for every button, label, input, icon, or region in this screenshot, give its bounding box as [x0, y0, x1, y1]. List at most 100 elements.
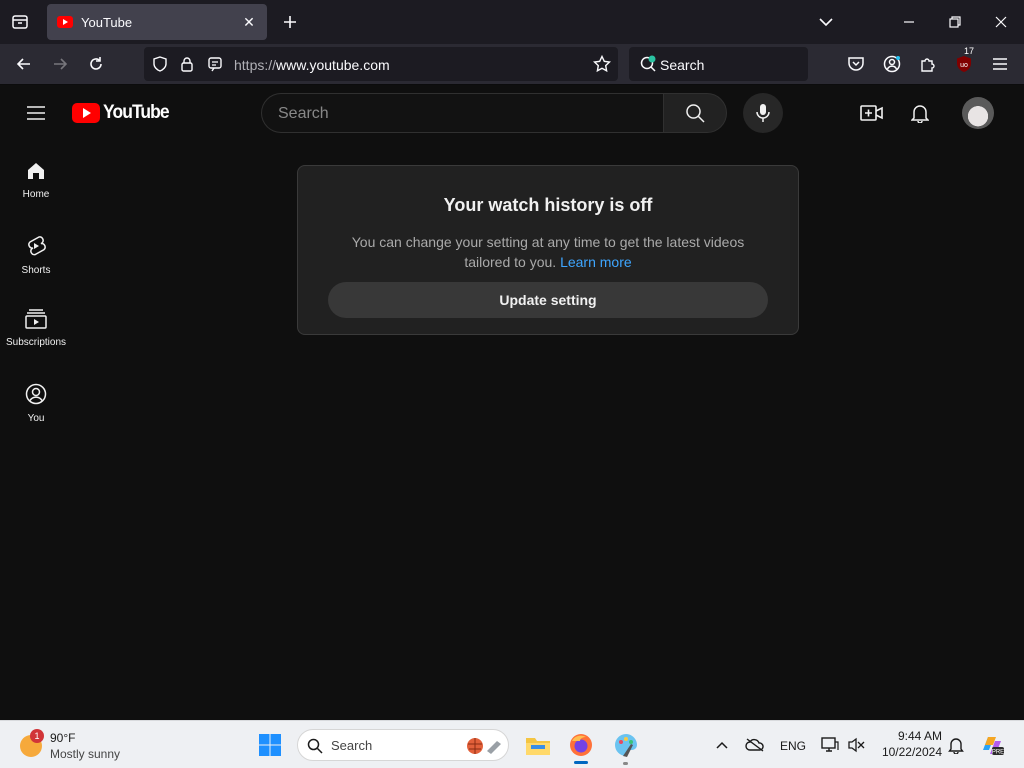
close-icon: [995, 16, 1007, 28]
chevron-down-icon: [819, 18, 833, 27]
hamburger-menu-icon: [993, 58, 1007, 70]
ublock-extension-button[interactable]: uo 17: [948, 46, 980, 80]
list-all-tabs-button[interactable]: [804, 6, 848, 38]
bookmark-star-icon[interactable]: [593, 55, 611, 73]
svg-text:uo: uo: [960, 62, 968, 69]
browser-nav-bar: https://www.youtube.com Search uo 17: [0, 44, 1024, 85]
sidebar-item-label: Subscriptions: [5, 337, 67, 348]
hamburger-menu-icon: [27, 106, 45, 120]
restore-icon: [949, 16, 961, 28]
folder-icon: [526, 738, 550, 755]
minimize-button[interactable]: [887, 6, 931, 38]
minimize-icon: [904, 21, 914, 23]
onedrive-status-button[interactable]: [737, 727, 773, 763]
arrow-right-icon: [54, 58, 68, 70]
taskbar-search-box[interactable]: Search: [297, 729, 509, 761]
watch-history-off-card: Your watch history is off You can change…: [297, 165, 799, 335]
file-explorer-button[interactable]: [520, 727, 556, 763]
paint-app-button[interactable]: [608, 727, 644, 763]
watch-history-message: You can change your setting at any time …: [351, 234, 745, 270]
clock-date[interactable]: 10/22/2024: [872, 745, 942, 759]
learn-more-link[interactable]: Learn more: [560, 254, 632, 270]
start-button[interactable]: [252, 727, 288, 763]
youtube-page: YouTube Search Home Shorts Subscriptions…: [0, 85, 1024, 720]
youtube-search-button[interactable]: [663, 93, 727, 133]
forward-button[interactable]: [44, 48, 76, 80]
puzzle-icon: [921, 58, 935, 72]
you-icon: [25, 383, 47, 405]
youtube-logo[interactable]: YouTube: [72, 102, 174, 124]
firefox-taskbar-button[interactable]: [563, 727, 599, 763]
close-window-button[interactable]: [979, 6, 1023, 38]
extensions-button[interactable]: [912, 48, 944, 80]
browser-tab-bar: YouTube ✕: [0, 0, 1024, 44]
youtube-search-input[interactable]: Search: [261, 93, 663, 133]
running-app-indicator: [623, 762, 628, 765]
tab-list-button[interactable]: [4, 6, 36, 38]
back-button[interactable]: [8, 48, 40, 80]
url-text[interactable]: https://www.youtube.com: [234, 57, 390, 73]
browser-search-placeholder: Search: [660, 57, 705, 73]
sidebar-item-label: Shorts: [21, 265, 51, 276]
browser-search-bar[interactable]: Search: [629, 47, 808, 81]
subscriptions-icon: [25, 309, 47, 329]
shorts-icon: [28, 236, 46, 256]
pocket-button[interactable]: [840, 48, 872, 80]
permissions-icon[interactable]: [206, 55, 224, 73]
volume-muted-icon: [848, 737, 865, 753]
new-tab-button[interactable]: [276, 8, 304, 36]
volume-status-button[interactable]: [838, 727, 874, 763]
notifications-button[interactable]: [900, 93, 940, 133]
reload-button[interactable]: [80, 48, 112, 80]
youtube-wordmark: YouTube: [103, 102, 170, 123]
youtube-search-placeholder: Search: [278, 105, 329, 122]
reload-icon: [90, 57, 102, 70]
clock-time[interactable]: 9:44 AM: [880, 729, 942, 743]
taskbar-search-placeholder: Search: [331, 738, 373, 753]
weather-widget[interactable]: 1 90°F Mostly sunny: [18, 729, 138, 763]
network-monitor-icon: [821, 737, 839, 752]
account-icon: [883, 55, 901, 73]
weather-temperature: 90°F: [50, 731, 76, 745]
sidebar-item-shorts[interactable]: Shorts: [0, 219, 72, 293]
tab-list-icon: [12, 15, 28, 29]
home-icon: [28, 163, 44, 179]
cloud-off-icon: [745, 738, 764, 752]
search-icon: [307, 738, 323, 754]
sidebar-item-you[interactable]: You: [0, 367, 72, 441]
guide-menu-button[interactable]: [20, 97, 52, 129]
tab-close-icon[interactable]: ✕: [241, 14, 257, 31]
copilot-icon: PRE: [983, 737, 1004, 756]
url-bar[interactable]: https://www.youtube.com: [144, 47, 618, 81]
sidebar-item-label: You: [27, 413, 45, 424]
voice-search-button[interactable]: [743, 93, 783, 133]
extension-count-badge: 17: [962, 46, 977, 56]
search-icon: [686, 104, 705, 123]
firefox-icon: [570, 734, 592, 756]
windows-start-icon: [259, 734, 281, 756]
app-menu-button[interactable]: [984, 48, 1016, 80]
account-button[interactable]: [876, 48, 908, 80]
arrow-left-icon: [16, 58, 30, 70]
input-language-indicator[interactable]: ENG: [780, 739, 806, 753]
shield-icon[interactable]: [151, 55, 169, 73]
tab-title: YouTube: [81, 14, 133, 30]
create-video-icon: [860, 105, 883, 121]
ublock-shield-icon: uo: [957, 56, 971, 72]
avatar[interactable]: [962, 97, 994, 129]
show-hidden-icons-button[interactable]: [704, 727, 740, 763]
sidebar-item-home[interactable]: Home: [0, 145, 72, 219]
copilot-button[interactable]: PRE: [974, 727, 1010, 763]
lock-icon[interactable]: [178, 55, 196, 73]
chevron-up-icon: [716, 741, 728, 749]
weather-alert-badge: 1: [30, 729, 44, 743]
create-button[interactable]: [852, 93, 892, 133]
restore-button[interactable]: [933, 6, 977, 38]
update-setting-button[interactable]: Update setting: [328, 282, 768, 318]
sidebar-item-subscriptions[interactable]: Subscriptions: [0, 293, 72, 367]
watch-history-heading: Your watch history is off: [443, 195, 653, 215]
tab-youtube[interactable]: YouTube ✕: [47, 4, 267, 40]
plus-icon: [284, 16, 296, 28]
sidebar-item-label: Home: [22, 189, 50, 200]
notification-center-button[interactable]: [938, 727, 974, 763]
